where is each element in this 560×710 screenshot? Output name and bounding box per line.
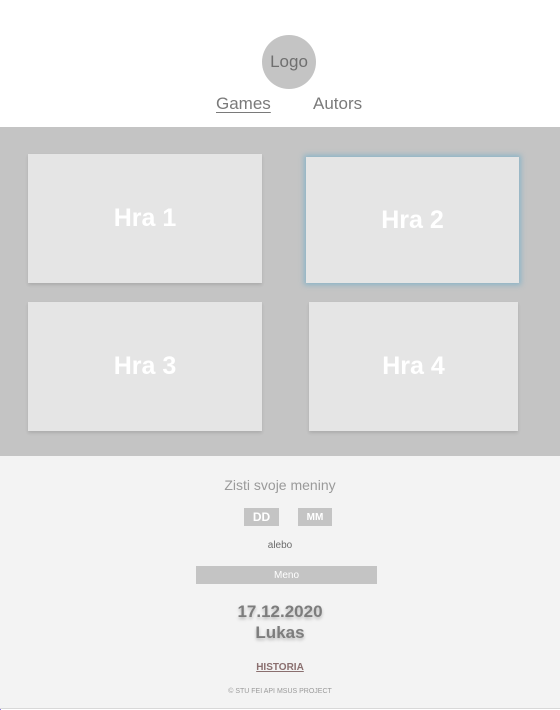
- nav-link-games[interactable]: Games: [216, 94, 271, 114]
- result-name: Lukas: [255, 623, 305, 642]
- nav-link-autors[interactable]: Autors: [313, 94, 362, 114]
- or-label: alebo: [267, 540, 293, 551]
- page-bottom-border: [0, 708, 560, 709]
- history-link[interactable]: HISTORIA: [0, 662, 560, 673]
- day-input[interactable]: DD: [244, 508, 279, 526]
- nameday-title: Zisti svoje meniny: [224, 477, 336, 493]
- site-header: Logo Games Autors: [0, 0, 560, 127]
- result-date: 17.12.2020: [237, 602, 323, 621]
- nameday-section: Zisti svoje meniny DD MM alebo Meno 17.1…: [0, 456, 560, 709]
- game-tile-2[interactable]: Hra 2: [306, 157, 519, 283]
- logo[interactable]: Logo: [262, 35, 316, 89]
- footer-copyright: © STU FEI API MSUS PROJECT: [228, 688, 332, 695]
- games-grid: Hra 1 Hra 2 Hra 3 Hra 4: [0, 127, 560, 456]
- game-tile-4[interactable]: Hra 4: [309, 302, 518, 431]
- name-input[interactable]: Meno: [196, 566, 377, 584]
- game-tile-1[interactable]: Hra 1: [28, 154, 262, 283]
- game-tile-3[interactable]: Hra 3: [28, 302, 262, 431]
- month-input[interactable]: MM: [298, 508, 332, 526]
